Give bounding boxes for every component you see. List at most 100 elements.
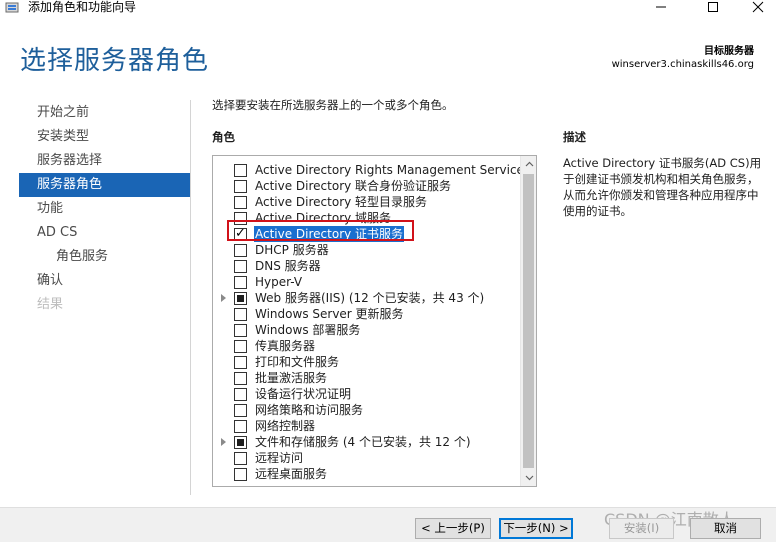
role-checkbox[interactable]	[234, 340, 247, 353]
role-label: 远程访问	[255, 451, 304, 465]
nav-item-features[interactable]: 功能	[19, 197, 190, 221]
scroll-up-button[interactable]	[521, 156, 536, 172]
role-list-item[interactable]: Active Directory 轻型目录服务	[213, 194, 521, 210]
role-label: 网络策略和访问服务	[255, 403, 364, 417]
role-checkbox[interactable]	[234, 324, 247, 337]
chevron-down-icon	[525, 475, 533, 481]
role-checkbox[interactable]	[234, 226, 247, 242]
role-list-item[interactable]: Active Directory 联合身份验证服务	[213, 178, 521, 194]
server-manager-icon	[5, 2, 19, 13]
scroll-down-button[interactable]	[521, 470, 536, 486]
expand-arrow-icon[interactable]	[221, 438, 226, 446]
role-list-item[interactable]: DNS 服务器	[213, 258, 521, 274]
role-checkbox[interactable]	[234, 196, 247, 209]
role-list-item[interactable]: Windows 部署服务	[213, 322, 521, 338]
nav-item-adcs[interactable]: AD CS	[19, 221, 190, 245]
role-label: Active Directory Rights Management Servi…	[255, 163, 531, 177]
chevron-up-icon	[525, 161, 533, 167]
next-button[interactable]: 下一步(N) >	[499, 518, 573, 539]
role-checkbox[interactable]	[234, 356, 247, 369]
nav-item-installation-type[interactable]: 安装类型	[19, 125, 190, 149]
role-label: Active Directory 联合身份验证服务	[255, 179, 452, 193]
role-label: Hyper-V	[255, 275, 303, 289]
role-list-item[interactable]: 远程访问	[213, 450, 521, 466]
role-label: Windows 部署服务	[255, 323, 361, 337]
role-checkbox[interactable]	[234, 180, 247, 193]
description-header: 描述	[563, 130, 586, 144]
role-list-item[interactable]: 批量激活服务	[213, 370, 521, 386]
install-button: 安装(I)	[609, 518, 674, 539]
role-list-item[interactable]: 打印和文件服务	[213, 354, 521, 370]
role-checkbox[interactable]	[234, 276, 247, 289]
role-label: 打印和文件服务	[255, 355, 340, 369]
role-list-item[interactable]: DHCP 服务器	[213, 242, 521, 258]
role-label: 批量激活服务	[255, 371, 328, 385]
role-list-item[interactable]: Hyper-V	[213, 274, 521, 290]
role-list-item[interactable]: Windows Server 更新服务	[213, 306, 521, 322]
role-checkbox[interactable]	[234, 388, 247, 401]
maximize-icon	[708, 2, 718, 12]
role-label: Active Directory 轻型目录服务	[255, 195, 428, 209]
nav-item-before-you-begin[interactable]: 开始之前	[19, 101, 190, 125]
role-list-item[interactable]: 传真服务器	[213, 338, 521, 354]
minimize-icon	[656, 6, 666, 8]
role-checkbox[interactable]	[234, 468, 247, 481]
role-checkbox[interactable]	[234, 372, 247, 385]
nav-divider	[190, 100, 191, 495]
role-list-item[interactable]: Active Directory 域服务	[213, 210, 521, 226]
title-bar: 添加角色和功能向导	[0, 0, 776, 16]
role-checkbox[interactable]	[234, 292, 247, 305]
minimize-button[interactable]	[638, 0, 684, 14]
expand-arrow-icon[interactable]	[221, 294, 226, 302]
role-checkbox[interactable]	[234, 436, 247, 449]
role-label: 设备运行状况证明	[255, 387, 352, 401]
role-label: DNS 服务器	[255, 259, 321, 273]
role-label: 文件和存储服务 (4 个已安装，共 12 个)	[255, 435, 471, 449]
cancel-button[interactable]: 取消	[690, 518, 761, 539]
roles-header: 角色	[212, 130, 235, 144]
nav-item-confirmation[interactable]: 确认	[19, 269, 190, 293]
role-checkbox[interactable]	[234, 404, 247, 417]
role-label: DHCP 服务器	[255, 243, 329, 257]
role-list-item[interactable]: 网络控制器	[213, 418, 521, 434]
nav-item-results: 结果	[37, 297, 64, 312]
role-label: Windows Server 更新服务	[255, 307, 404, 321]
close-button[interactable]	[735, 0, 776, 14]
target-server-label: 目标服务器	[704, 46, 754, 57]
nav-item-role-services[interactable]: 角色服务	[19, 245, 190, 269]
previous-button[interactable]: < 上一步(P)	[415, 518, 491, 539]
role-checkbox[interactable]	[234, 212, 247, 225]
role-checkbox[interactable]	[234, 260, 247, 273]
role-label: 网络控制器	[255, 419, 316, 433]
nav-item-server-selection[interactable]: 服务器选择	[19, 149, 190, 173]
role-list-item[interactable]: 远程桌面服务	[213, 466, 521, 482]
role-list-item[interactable]: Web 服务器(IIS) (12 个已安装，共 43 个)	[213, 290, 521, 306]
page-title: 选择服务器角色	[20, 46, 210, 76]
instruction-text: 选择要安装在所选服务器上的一个或多个角色。	[212, 98, 454, 112]
window-title: 添加角色和功能向导	[28, 0, 137, 14]
role-list-item[interactable]: Active Directory Rights Management Servi…	[213, 162, 530, 178]
role-list-item[interactable]: 文件和存储服务 (4 个已安装，共 12 个)	[213, 434, 521, 450]
description-text: Active Directory 证书服务(AD CS)用于创建证书颁发机构和相…	[563, 156, 762, 218]
role-checkbox[interactable]	[234, 420, 247, 433]
roles-list[interactable]: Active Directory Rights Management Servi…	[212, 155, 537, 487]
target-server-value: winserver3.chinaskills46.org	[611, 59, 754, 70]
role-label: 传真服务器	[255, 339, 316, 353]
close-icon	[752, 1, 764, 13]
role-list-item[interactable]: 设备运行状况证明	[213, 386, 521, 402]
nav-item-server-roles[interactable]: 服务器角色	[19, 173, 190, 197]
maximize-button[interactable]	[690, 0, 736, 14]
role-checkbox[interactable]	[234, 452, 247, 465]
role-list-item[interactable]: 网络策略和访问服务	[213, 402, 521, 418]
role-label: 远程桌面服务	[255, 467, 328, 481]
role-label: Web 服务器(IIS) (12 个已安装，共 43 个)	[255, 291, 485, 305]
role-checkbox[interactable]	[234, 164, 247, 177]
role-label: Active Directory 证书服务	[254, 226, 405, 242]
role-checkbox[interactable]	[234, 308, 247, 321]
roles-scrollbar[interactable]	[520, 156, 536, 486]
role-checkbox[interactable]	[234, 244, 247, 257]
wizard-nav: 开始之前 安装类型 服务器选择 服务器角色 功能 AD CS 角色服务 确认 结…	[19, 101, 190, 317]
role-label: Active Directory 域服务	[255, 211, 392, 225]
scroll-thumb[interactable]	[523, 174, 534, 468]
role-list-item[interactable]: Active Directory 证书服务	[213, 226, 521, 242]
